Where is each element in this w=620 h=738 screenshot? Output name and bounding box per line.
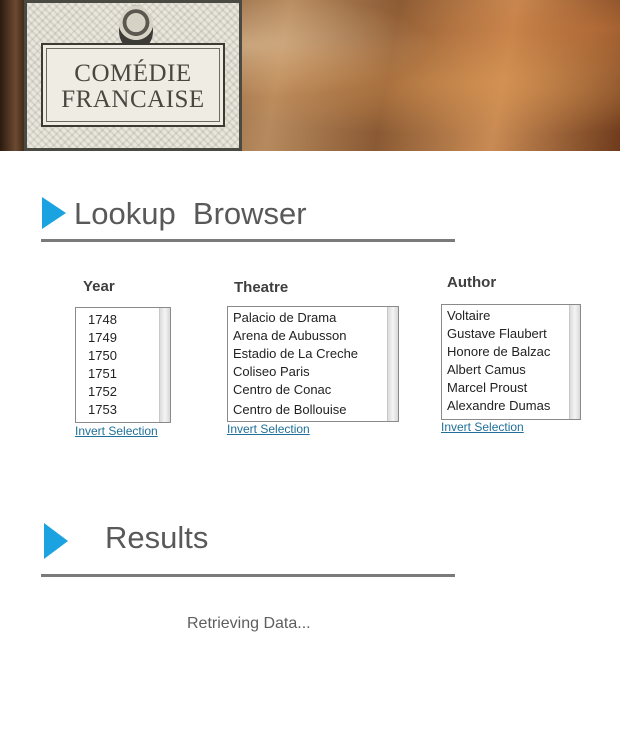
year-option[interactable]: 1753 xyxy=(88,401,170,419)
author-option[interactable]: Alexandre Dumas xyxy=(447,397,580,415)
lookup-browser-title: Lookup Browser xyxy=(74,196,307,231)
year-option[interactable]: 1752 xyxy=(88,383,170,401)
lookup-divider xyxy=(41,239,455,242)
theatre-invert-selection-link[interactable]: Invert Selection xyxy=(227,422,310,436)
results-arrow-icon xyxy=(44,523,68,559)
year-listbox[interactable]: 1748 1749 1750 1751 1752 1753 xyxy=(75,307,171,423)
theatre-option[interactable]: Estadio de La Creche xyxy=(233,345,398,363)
logo-line-2: FRANCAISE xyxy=(61,86,205,113)
author-scrollbar[interactable] xyxy=(569,305,580,419)
year-option[interactable]: 1751 xyxy=(88,365,170,383)
theatre-curtain-image xyxy=(0,0,26,151)
theatre-option[interactable]: Coliseo Paris xyxy=(233,363,398,381)
theatre-option[interactable]: Palacio de Drama xyxy=(233,309,398,327)
author-option[interactable]: Gustave Flaubert xyxy=(447,325,580,343)
year-scrollbar[interactable] xyxy=(159,308,170,422)
year-label: Year xyxy=(83,278,115,295)
theatre-option[interactable]: Centro de Bollouise xyxy=(233,401,398,419)
theatre-option[interactable]: Centro de Conac xyxy=(233,381,398,399)
author-option[interactable]: Voltaire xyxy=(447,307,580,325)
year-option[interactable]: 1748 xyxy=(88,311,170,329)
theatre-label: Theatre xyxy=(234,279,289,296)
author-label: Author xyxy=(447,274,497,291)
author-invert-selection-link[interactable]: Invert Selection xyxy=(441,420,524,434)
theatre-option[interactable]: Arena de Aubusson xyxy=(233,327,398,345)
header-banner: COMÉDIE FRANCAISE xyxy=(0,0,620,151)
logo-line-1: COMÉDIE xyxy=(74,60,192,87)
author-listbox[interactable]: Voltaire Gustave Flaubert Honore de Balz… xyxy=(441,304,581,420)
year-option[interactable]: 1750 xyxy=(88,347,170,365)
year-invert-selection-link[interactable]: Invert Selection xyxy=(75,424,158,438)
author-option[interactable]: Marcel Proust xyxy=(447,379,580,397)
lookup-arrow-icon xyxy=(42,197,66,229)
results-title: Results xyxy=(105,520,209,555)
theatre-scrollbar[interactable] xyxy=(387,307,398,421)
year-option[interactable]: 1749 xyxy=(88,329,170,347)
theatre-listbox[interactable]: Palacio de Drama Arena de Aubusson Estad… xyxy=(227,306,399,422)
results-status-text: Retrieving Data... xyxy=(187,615,311,632)
comedie-francaise-logo: COMÉDIE FRANCAISE xyxy=(24,0,242,151)
author-option[interactable]: Albert Camus xyxy=(447,361,580,379)
results-divider xyxy=(41,574,455,577)
author-option[interactable]: Honore de Balzac xyxy=(447,343,580,361)
